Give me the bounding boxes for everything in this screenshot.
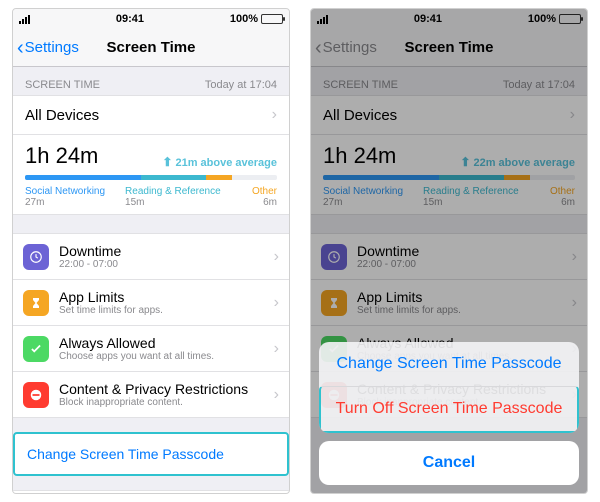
usage-card[interactable]: 1h 24m ⬆ 21m above average Social Networ… bbox=[13, 134, 289, 215]
no-entry-icon bbox=[23, 382, 49, 408]
downtime-cell[interactable]: Downtime22:00 - 07:00 › bbox=[13, 233, 289, 279]
app-limits-cell[interactable]: App LimitsSet time limits for apps. › bbox=[13, 279, 289, 325]
chevron-left-icon: ‹ bbox=[17, 38, 24, 58]
status-time: 09:41 bbox=[116, 13, 144, 25]
content-privacy-cell[interactable]: Content & Privacy RestrictionsBlock inap… bbox=[13, 371, 289, 418]
chevron-right-icon: › bbox=[274, 294, 279, 312]
chevron-right-icon: › bbox=[274, 248, 279, 266]
battery-text: 100% bbox=[230, 13, 258, 25]
up-arrow-icon: ⬆ bbox=[162, 155, 172, 169]
settings-list: Downtime22:00 - 07:00 › App LimitsSet ti… bbox=[13, 233, 289, 418]
usage-average: ⬆ 21m above average bbox=[162, 155, 277, 169]
status-bar: 09:41 100% bbox=[13, 9, 289, 29]
sheet-change-passcode[interactable]: Change Screen Time Passcode bbox=[319, 342, 579, 386]
hourglass-icon bbox=[23, 290, 49, 316]
nav-bar: ‹ Settings Screen Time bbox=[13, 29, 289, 67]
devices-row[interactable]: All Devices › bbox=[13, 95, 289, 135]
always-allowed-cell[interactable]: Always AllowedChoose apps you want at al… bbox=[13, 325, 289, 371]
group-title: SCREEN TIME bbox=[25, 79, 100, 91]
signal-icon bbox=[19, 15, 30, 24]
downtime-icon bbox=[23, 244, 49, 270]
usage-categories: Social Networking27m Reading & Reference… bbox=[25, 186, 277, 208]
chevron-right-icon: › bbox=[274, 340, 279, 358]
phone-left: 09:41 100% ‹ Settings Screen Time SCREEN… bbox=[12, 8, 290, 494]
chevron-right-icon: › bbox=[274, 386, 279, 404]
share-devices-row[interactable]: Share Across Devices bbox=[13, 490, 289, 494]
chevron-right-icon: › bbox=[272, 106, 277, 124]
usage-bar bbox=[25, 175, 277, 180]
devices-label: All Devices bbox=[25, 107, 99, 124]
check-icon bbox=[23, 336, 49, 362]
change-passcode-row[interactable]: Change Screen Time Passcode bbox=[13, 432, 289, 476]
action-sheet: Change Screen Time Passcode Turn Off Scr… bbox=[319, 342, 579, 485]
group-timestamp: Today at 17:04 bbox=[205, 79, 277, 91]
usage-total: 1h 24m bbox=[25, 143, 98, 169]
sheet-turnoff-passcode[interactable]: Turn Off Screen Time Passcode bbox=[319, 386, 579, 433]
group-header: SCREEN TIME Today at 17:04 bbox=[13, 67, 289, 95]
phone-right: 09:41 100% ‹ Settings Screen Time SCREEN… bbox=[310, 8, 588, 494]
back-label: Settings bbox=[25, 39, 79, 56]
battery-icon bbox=[261, 14, 283, 24]
back-button[interactable]: ‹ Settings bbox=[17, 29, 79, 66]
nav-title: Screen Time bbox=[107, 39, 196, 56]
sheet-cancel[interactable]: Cancel bbox=[319, 441, 579, 485]
